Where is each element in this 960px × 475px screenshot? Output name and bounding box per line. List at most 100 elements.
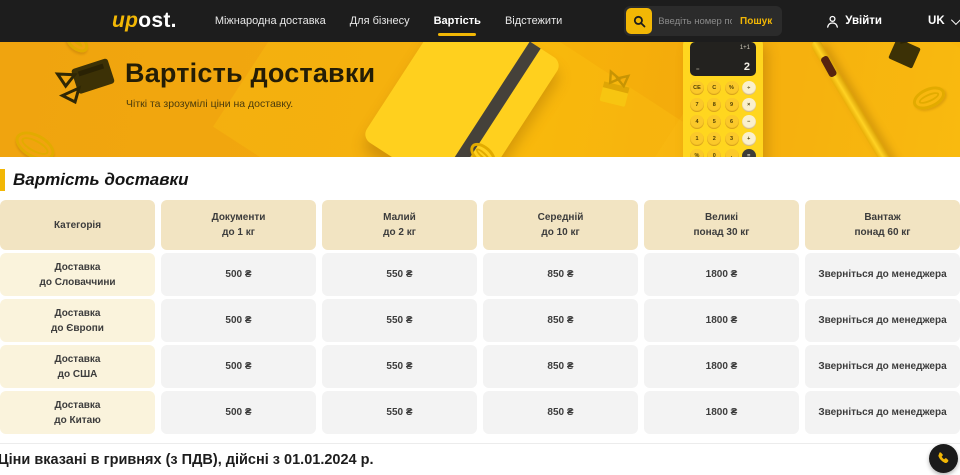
- call-button[interactable]: [929, 444, 958, 473]
- search-icon[interactable]: [626, 8, 652, 34]
- nav-item-label: Вартість: [434, 15, 481, 27]
- price-cell: 850 ₴: [483, 391, 638, 434]
- column-header-documents: Документидо 1 кг: [161, 200, 316, 250]
- chevron-down-icon: [951, 15, 960, 25]
- accent-bar: [0, 169, 5, 191]
- paper-clip-icon: [11, 126, 59, 157]
- price-cell: 1800 ₴: [644, 391, 799, 434]
- calc-key: 6: [725, 115, 739, 129]
- nav-items: Міжнародна доставка Для бізнесу Вартість…: [203, 1, 574, 41]
- paper-clip-inner: [474, 147, 491, 157]
- row-label-line: Доставка: [55, 260, 101, 275]
- row-label-line: до Європи: [51, 321, 104, 336]
- header-line: Малий: [383, 210, 416, 225]
- calc-key: =: [742, 149, 756, 157]
- pricing-note: Ціни вказані в гривнях (з ПДВ), дійсні з…: [0, 452, 374, 468]
- column-header-large: Великіпонад 30 кг: [644, 200, 799, 250]
- calc-key: 8: [707, 98, 721, 112]
- logo-accent: up: [112, 9, 138, 33]
- calc-key: 5: [707, 115, 721, 129]
- nav-item-pricing[interactable]: Вартість: [422, 1, 493, 41]
- row-label-line: Доставка: [55, 398, 101, 413]
- calc-key: 0: [707, 149, 721, 157]
- header-line: до 2 кг: [383, 225, 416, 240]
- calc-key: 2: [707, 132, 721, 146]
- price-cell: 550 ₴: [322, 345, 477, 388]
- calc-key: 9: [725, 98, 739, 112]
- nav-item-business[interactable]: Для бізнесу: [338, 1, 422, 41]
- language-current: UK: [928, 15, 945, 27]
- page: upost. Міжнародна доставка Для бізнесу В…: [0, 0, 960, 475]
- login-label: Увійти: [845, 15, 882, 27]
- column-header-small: Малийдо 2 кг: [322, 200, 477, 250]
- calc-key: C: [707, 81, 721, 95]
- calc-key: 7: [690, 98, 704, 112]
- price-cell: 500 ₴: [161, 299, 316, 342]
- search-input[interactable]: [652, 16, 738, 27]
- price-cell: Зверніться до менеджера: [805, 391, 960, 434]
- price-cell: 1800 ₴: [644, 299, 799, 342]
- calc-key: 1: [690, 132, 704, 146]
- header-line: до 1 кг: [222, 225, 255, 240]
- header-line: Категорія: [54, 218, 101, 233]
- logo[interactable]: upost.: [112, 9, 177, 33]
- column-header-medium: Середнійдо 10 кг: [483, 200, 638, 250]
- calculator-screen: 1+1 = 2: [690, 42, 756, 76]
- calculator-expression: 1+1: [696, 45, 750, 51]
- price-cell: 500 ₴: [161, 391, 316, 434]
- row-label-line: Доставка: [55, 352, 101, 367]
- paper-clip-inner: [19, 134, 51, 157]
- calc-key: 4: [690, 115, 704, 129]
- calculator-result: 2: [744, 61, 750, 73]
- price-cell: 550 ₴: [322, 391, 477, 434]
- header-line: Документи: [212, 210, 266, 225]
- nav-item-label: Для бізнесу: [350, 15, 410, 27]
- section-heading: Вартість доставки: [0, 165, 960, 195]
- price-cell: 850 ₴: [483, 299, 638, 342]
- calc-key: ÷: [742, 81, 756, 95]
- header-line: Великі: [705, 210, 738, 225]
- hero-subtitle: Чіткі та зрозумілі ціни на доставку.: [126, 98, 293, 110]
- calc-key: %: [725, 81, 739, 95]
- phone-icon: [936, 451, 951, 466]
- row-label-line: до США: [58, 367, 98, 382]
- calculator-image: 1+1 = 2 CE C % ÷ 7 8 9 × 4 5 6 − 1 2: [683, 42, 763, 157]
- calc-key: %: [690, 149, 704, 157]
- price-cell: Зверніться до менеджера: [805, 299, 960, 342]
- login-button[interactable]: Увійти: [826, 15, 882, 28]
- calculator-equals-hint: =: [696, 67, 700, 73]
- header-line: понад 30 кг: [694, 225, 750, 240]
- binder-clip-icon: [46, 49, 125, 119]
- price-cell: 1800 ₴: [644, 345, 799, 388]
- hero-banner: 1+1 = 2 CE C % ÷ 7 8 9 × 4 5 6 − 1 2: [0, 42, 960, 157]
- calc-key: +: [742, 132, 756, 146]
- top-nav: upost. Міжнародна доставка Для бізнесу В…: [0, 0, 960, 42]
- row-label-usa: Доставкадо США: [0, 345, 155, 388]
- pricing-table: Категорія Документидо 1 кг Малийдо 2 кг …: [0, 200, 960, 434]
- calc-key: −: [742, 115, 756, 129]
- price-cell: 500 ₴: [161, 345, 316, 388]
- logo-rest: ost.: [138, 9, 177, 33]
- nav-item-tracking[interactable]: Відстежити: [493, 1, 574, 41]
- nav-item-international[interactable]: Міжнародна доставка: [203, 1, 338, 41]
- calculator-keys: CE C % ÷ 7 8 9 × 4 5 6 − 1 2 3 + % 0 . =: [690, 81, 756, 157]
- price-cell: 500 ₴: [161, 253, 316, 296]
- paper-clip-icon: [62, 42, 92, 56]
- row-label-line: Доставка: [55, 306, 101, 321]
- active-tab-underline: [438, 33, 476, 36]
- row-label-line: до Китаю: [54, 413, 100, 428]
- language-selector[interactable]: UK: [928, 15, 958, 27]
- search-submit-button[interactable]: Пошук: [738, 16, 780, 27]
- calc-key: ×: [742, 98, 756, 112]
- hero-title: Вартість доставки: [125, 58, 375, 89]
- footer: Ціни вказані в гривнях (з ПДВ), дійсні з…: [0, 443, 960, 475]
- nav-item-label: Міжнародна доставка: [215, 15, 326, 27]
- price-cell: 850 ₴: [483, 345, 638, 388]
- price-cell: 850 ₴: [483, 253, 638, 296]
- price-cell: 550 ₴: [322, 299, 477, 342]
- section-title: Вартість доставки: [13, 170, 189, 190]
- row-label-europe: Доставкадо Європи: [0, 299, 155, 342]
- column-header-category: Категорія: [0, 200, 155, 250]
- paper-clip-inner: [917, 90, 940, 106]
- nav-item-label: Відстежити: [505, 15, 562, 27]
